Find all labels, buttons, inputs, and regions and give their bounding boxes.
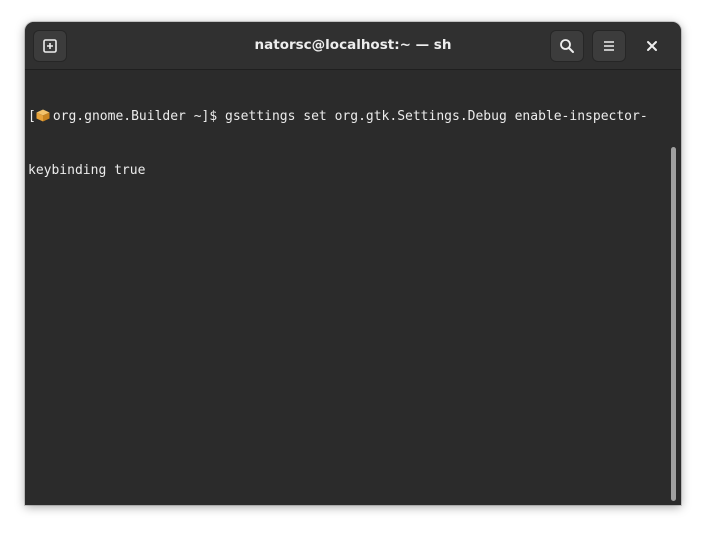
terminal-output[interactable]: [ org.gnome.Builder ~]$ gsettings set org…	[25, 70, 666, 505]
terminal-line: keybinding true	[28, 162, 666, 180]
package-icon	[36, 109, 50, 122]
scrollbar-thumb[interactable]	[671, 147, 676, 501]
search-button[interactable]	[550, 30, 584, 62]
hamburger-menu-icon	[604, 41, 614, 51]
command-text: gsettings set org.gtk.Settings.Debug ena…	[225, 109, 648, 124]
main-menu-button[interactable]	[592, 30, 626, 62]
header-bar: natorsc@localhost:~ — sh	[25, 22, 681, 70]
vertical-scrollbar[interactable]	[669, 70, 679, 505]
command-text-continued: keybinding true	[28, 163, 146, 178]
close-icon	[647, 41, 657, 51]
prompt-context: org.gnome.Builder ~]$	[52, 109, 226, 124]
search-icon	[560, 39, 574, 53]
terminal-window: natorsc@localhost:~ — sh [ org.gnome.Buil…	[25, 22, 681, 505]
new-tab-button[interactable]	[33, 30, 67, 62]
prompt-open-bracket: [	[28, 109, 36, 124]
close-button[interactable]	[640, 34, 664, 58]
terminal-line: [ org.gnome.Builder ~]$ gsettings set org…	[28, 108, 666, 126]
new-tab-icon	[43, 39, 57, 53]
